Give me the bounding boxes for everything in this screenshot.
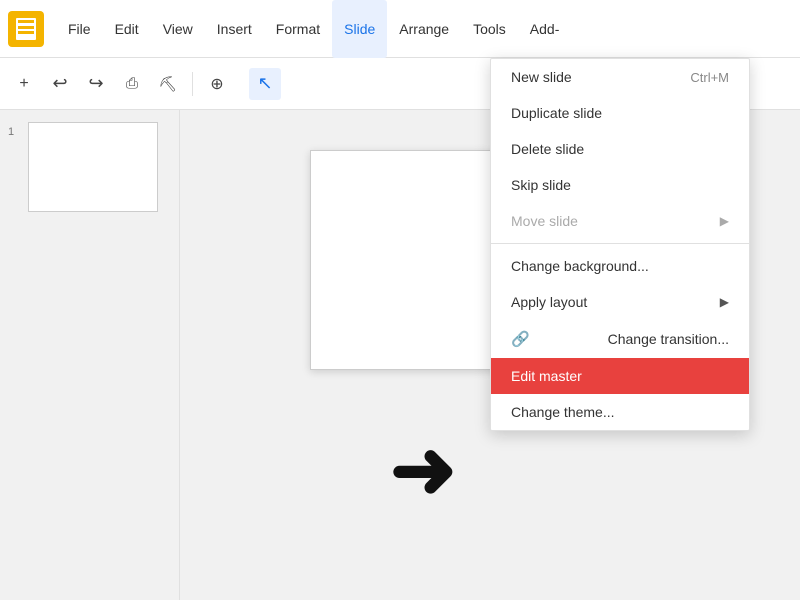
menu-view[interactable]: View [151, 0, 205, 58]
dropdown-item-new-slide[interactable]: New slide Ctrl+M [491, 59, 749, 95]
dropdown-item-duplicate-slide[interactable]: Duplicate slide [491, 95, 749, 131]
menu-insert[interactable]: Insert [205, 0, 264, 58]
menu-slide[interactable]: Slide [332, 0, 387, 58]
print-button[interactable]: ⎙ [116, 68, 148, 100]
paint-format-button[interactable]: ⛏ [152, 68, 184, 100]
chevron-right-icon: ▶ [720, 214, 729, 228]
menu-format[interactable]: Format [264, 0, 332, 58]
arrow-annotation: ➜ [390, 430, 457, 510]
dropdown-separator-1 [491, 243, 749, 244]
slide-thumbnail-1[interactable]: 1 [8, 122, 171, 212]
slides-panel: 1 [0, 110, 180, 600]
dropdown-item-edit-master[interactable]: Edit master [491, 358, 749, 394]
app-logo-icon [16, 18, 36, 40]
menu-file[interactable]: File [56, 0, 103, 58]
slide-thumb-image [28, 122, 158, 212]
menu-addons[interactable]: Add- [518, 0, 572, 58]
dropdown-item-change-background[interactable]: Change background... [491, 248, 749, 284]
dropdown-item-skip-slide[interactable]: Skip slide [491, 167, 749, 203]
add-button[interactable]: + [8, 68, 40, 100]
app-logo [8, 11, 44, 47]
menu-arrange[interactable]: Arrange [387, 0, 461, 58]
toolbar-separator-1 [192, 72, 193, 96]
menu-tools[interactable]: Tools [461, 0, 518, 58]
slide-number: 1 [8, 122, 22, 138]
dropdown-item-apply-layout[interactable]: Apply layout ▶ [491, 284, 749, 320]
menubar: File Edit View Insert Format Slide Arran… [0, 0, 800, 58]
dropdown-item-change-theme[interactable]: Change theme... [491, 394, 749, 430]
dropdown-item-delete-slide[interactable]: Delete slide [491, 131, 749, 167]
undo-button[interactable]: ↩ [44, 68, 76, 100]
cursor-button[interactable]: ↖ [249, 68, 281, 100]
chevron-right-icon-layout: ▶ [720, 295, 729, 309]
slide-dropdown-menu: New slide Ctrl+M Duplicate slide Delete … [490, 58, 750, 431]
transition-icon: 🔗 [511, 330, 530, 348]
shortcut-new-slide: Ctrl+M [690, 70, 729, 85]
dropdown-item-move-slide: Move slide ▶ [491, 203, 749, 239]
redo-button[interactable]: ↪ [80, 68, 112, 100]
menu-edit[interactable]: Edit [103, 0, 151, 58]
dropdown-item-change-transition[interactable]: 🔗 Change transition... [491, 320, 749, 358]
zoom-button[interactable]: ⊕ [201, 68, 233, 100]
